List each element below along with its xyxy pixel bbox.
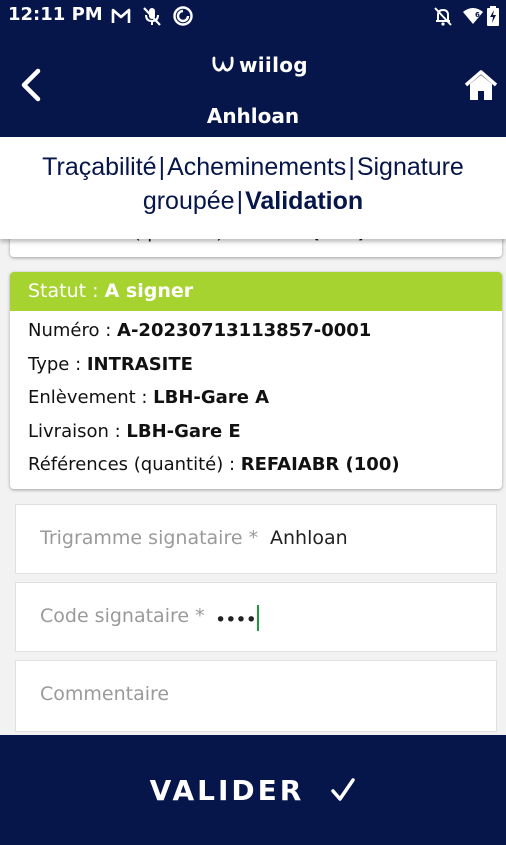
text-cursor	[256, 605, 259, 631]
notifications-off-icon	[434, 7, 452, 26]
tab-signature-groupee-cont[interactable]: groupée	[143, 187, 235, 215]
check-icon	[331, 778, 356, 801]
references-label: Références (quantité) :	[28, 454, 241, 475]
trigram-value[interactable]: Anhloan	[270, 527, 348, 549]
tab-validation[interactable]: Validation	[245, 187, 363, 215]
code-value[interactable]: ••••	[215, 605, 259, 631]
wifi-icon: 6	[463, 8, 483, 24]
wiilog-logo: wiilog	[211, 50, 311, 80]
trigram-label: Trigramme signataire *	[40, 527, 259, 549]
tab-bar-line-2: groupée|Validation	[0, 187, 506, 216]
logo-text: wiilog	[239, 53, 308, 77]
tab-acheminements[interactable]: Acheminements	[167, 153, 346, 181]
validate-button[interactable]: VALIDER	[0, 735, 506, 845]
references-row: Références (quantité) : REFAIABR (100)	[28, 454, 400, 475]
wiilog-logo-mark-icon	[212, 56, 234, 72]
home-icon[interactable]	[464, 70, 498, 102]
livraison-value: LBH-Gare E	[126, 421, 241, 442]
target-icon	[173, 6, 193, 26]
status-value: A signer	[104, 280, 194, 302]
numero-label: Numéro :	[28, 320, 118, 341]
numero-value: A-20230713113857-0001	[117, 320, 372, 341]
livraison-label: Livraison :	[28, 421, 127, 442]
type-value: INTRASITE	[86, 354, 193, 375]
numero-row: Numéro : A-20230713113857-0001	[28, 320, 371, 341]
status-bar: 12:11 PM 6	[0, 0, 506, 32]
comment-placeholder: Commentaire	[40, 683, 170, 705]
enlevement-row: Enlèvement : LBH-Gare A	[28, 387, 269, 408]
comment-field[interactable]: Commentaire	[15, 660, 497, 732]
code-value-text: ••••	[215, 609, 257, 631]
status-label: Statut :	[28, 280, 105, 302]
chevron-left-icon[interactable]	[16, 66, 46, 104]
clock: 12:11 PM	[8, 4, 103, 25]
gmail-icon	[111, 8, 131, 23]
enlevement-label: Enlèvement :	[28, 387, 154, 408]
validate-label: VALIDER	[149, 773, 305, 807]
battery-charging-icon	[487, 6, 499, 26]
page-title: Anhloan	[206, 104, 300, 128]
type-label: Type :	[28, 354, 87, 375]
mic-off-icon	[143, 7, 161, 26]
tab-bar: Traçabilité|Acheminements|Signature grou…	[0, 137, 506, 239]
app-header: wiilog Anhloan	[0, 32, 506, 137]
tab-signature-groupee[interactable]: Signature	[357, 153, 464, 181]
tab-bar-line-1: Traçabilité|Acheminements|Signature	[0, 153, 506, 182]
wifi-badge: 6	[475, 11, 480, 19]
trigram-field[interactable]: Trigramme signataire * Anhloan	[15, 504, 497, 574]
enlevement-value: LBH-Gare A	[153, 387, 270, 408]
dispatch-card[interactable]: Statut : A signer Numéro : A-20230713113…	[10, 272, 502, 489]
livraison-row: Livraison : LBH-Gare E	[28, 421, 241, 442]
tab-separator: |	[158, 153, 166, 181]
type-row: Type : INTRASITE	[28, 354, 193, 375]
tab-separator: |	[348, 153, 355, 181]
code-field[interactable]: Code signataire * ••••	[15, 582, 497, 652]
references-value: REFAIABR (100)	[240, 454, 400, 475]
status-banner: Statut : A signer	[10, 272, 502, 311]
code-label: Code signataire *	[40, 605, 205, 627]
tab-separator: |	[236, 187, 244, 215]
tab-tracabilite[interactable]: Traçabilité	[42, 153, 156, 181]
